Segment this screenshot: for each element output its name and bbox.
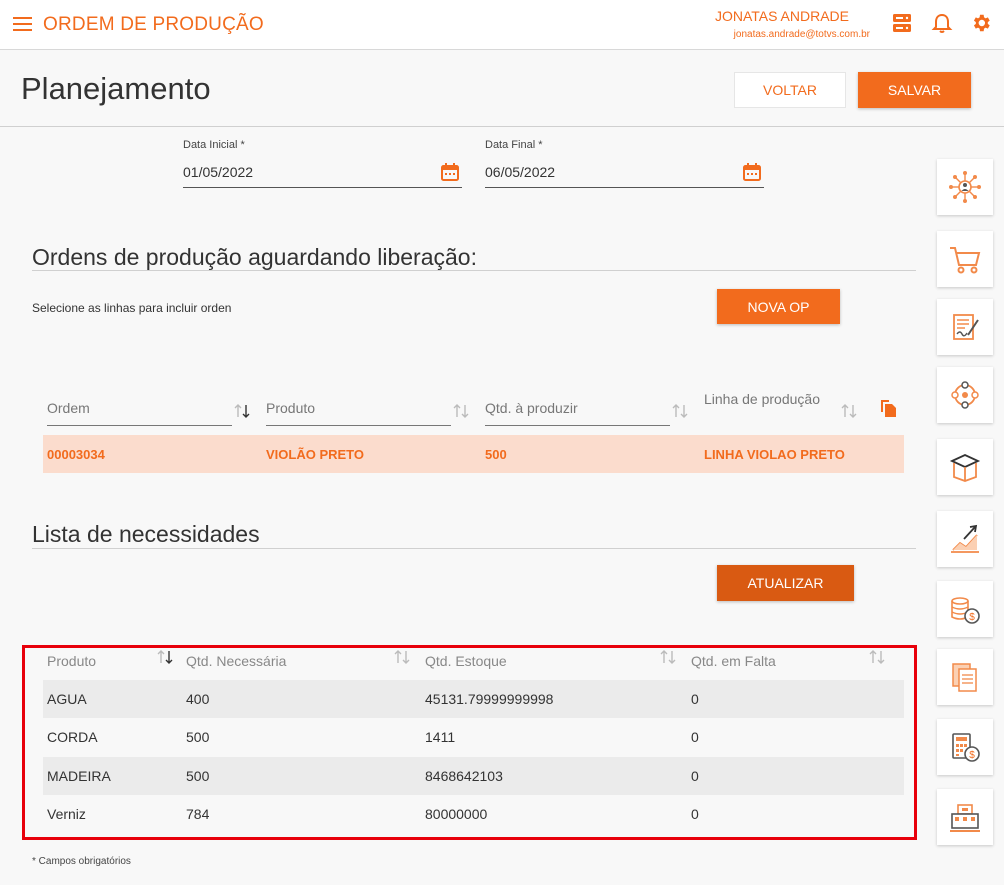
growth-chart-icon [951, 524, 979, 553]
column-header-qtd-estoque[interactable]: Qtd. Estoque [425, 653, 507, 669]
cell-produto: MADEIRA [47, 768, 111, 784]
data-final-field[interactable]: 06/05/2022 [485, 162, 764, 188]
calendar-icon[interactable] [742, 162, 762, 182]
column-header-produto[interactable]: Produto [47, 653, 96, 669]
sort-desc-icon[interactable] [233, 402, 251, 420]
server-icon[interactable] [891, 12, 913, 34]
sort-desc-icon[interactable] [156, 648, 174, 666]
page-title: Planejamento [21, 71, 211, 106]
calculator-money-icon: $ [952, 733, 980, 762]
copy-icon[interactable] [878, 398, 898, 418]
page-header: Planejamento VOLTAR SALVAR [0, 51, 1004, 127]
cell-produto: AGUA [47, 691, 87, 707]
salvar-button[interactable]: SALVAR [858, 72, 971, 108]
svg-text:$: $ [969, 750, 975, 761]
voltar-button[interactable]: VOLTAR [734, 72, 846, 108]
user-name[interactable]: JONATAS ANDRADE [715, 8, 849, 24]
cart-icon [950, 247, 981, 274]
cell-qtd-estoque: 45131.79999999998 [425, 691, 554, 707]
column-header-produto[interactable]: Produto [266, 400, 315, 416]
cell-qtd-estoque: 1411 [425, 729, 456, 745]
documents-icon [952, 663, 977, 692]
table-row[interactable]: MADEIRA 500 8468642103 0 [43, 757, 904, 795]
sidebar-item-cart[interactable] [937, 231, 993, 287]
column-header-qtd-necessaria[interactable]: Qtd. Necessária [186, 653, 286, 669]
column-header-qtd-falta[interactable]: Qtd. em Falta [691, 653, 776, 669]
cell-produto: Verniz [47, 806, 86, 822]
divider [485, 425, 670, 426]
coins-icon: $ [951, 597, 980, 624]
sort-icon[interactable] [840, 402, 858, 420]
sidebar-item-factory[interactable] [937, 789, 993, 845]
data-final-label: Data Final * [485, 139, 543, 151]
cell-qtd-estoque: 8468642103 [425, 768, 503, 784]
order-cell-produto: VIOLÃO PRETO [266, 447, 364, 462]
cell-qtd-necessaria: 500 [186, 768, 210, 784]
network-person-icon [949, 171, 981, 203]
user-email: jonatas.andrade@totvs.com.br [733, 29, 870, 40]
column-header-qtd-produzir[interactable]: Qtd. à produzir [485, 400, 578, 416]
column-header-ordem[interactable]: Ordem [47, 400, 90, 416]
box-icon [949, 454, 981, 482]
bell-icon[interactable] [931, 12, 953, 34]
data-inicial-label: Data Inicial * [183, 139, 245, 151]
nova-op-button[interactable]: NOVA OP [717, 289, 840, 324]
sort-icon[interactable] [393, 648, 411, 666]
cell-qtd-falta: 0 [691, 768, 699, 784]
orders-section-title: Ordens de produção aguardando liberação: [32, 244, 477, 270]
divider [47, 425, 232, 426]
table-row[interactable]: Verniz 784 80000000 0 [43, 795, 904, 833]
sort-icon[interactable] [868, 648, 886, 666]
cell-qtd-necessaria: 784 [186, 806, 210, 822]
order-cell-linha: LINHA VIOLAO PRETO [704, 447, 845, 462]
cell-qtd-estoque: 80000000 [425, 806, 488, 822]
needs-section-title: Lista de necessidades [32, 521, 260, 547]
sidebar-item-contract[interactable] [937, 299, 993, 355]
cell-qtd-falta: 0 [691, 806, 699, 822]
cell-produto: CORDA [47, 729, 98, 745]
atualizar-button[interactable]: ATUALIZAR [717, 565, 854, 601]
sidebar-item-process[interactable] [937, 367, 993, 423]
divider [266, 425, 451, 426]
factory-icon [950, 804, 980, 832]
menu-icon[interactable] [13, 15, 33, 33]
required-fields-note: * Campos obrigatórios [32, 856, 131, 867]
process-cycle-icon [951, 381, 979, 409]
divider [32, 270, 916, 271]
sort-icon[interactable] [452, 402, 470, 420]
calendar-icon[interactable] [440, 162, 460, 182]
order-cell-qtd: 500 [485, 447, 507, 462]
sidebar-item-calculator[interactable]: $ [937, 719, 993, 775]
data-inicial-field[interactable]: 01/05/2022 [183, 162, 462, 188]
top-bar: ORDEM DE PRODUÇÃO JONATAS ANDRADE jonata… [0, 0, 1004, 50]
contract-sign-icon [953, 314, 979, 340]
cell-qtd-falta: 0 [691, 729, 699, 745]
cell-qtd-falta: 0 [691, 691, 699, 707]
orders-helper-text: Selecione as linhas para incluir orden [32, 301, 232, 315]
sort-icon[interactable] [659, 648, 677, 666]
column-header-linha-producao[interactable]: Linha de produção [704, 391, 820, 407]
app-title: ORDEM DE PRODUÇÃO [43, 14, 264, 35]
sidebar-item-network[interactable] [937, 159, 993, 215]
sidebar-item-box[interactable] [937, 439, 993, 495]
table-row[interactable]: AGUA 400 45131.79999999998 0 [43, 680, 904, 718]
gear-icon[interactable] [970, 12, 992, 34]
svg-text:$: $ [969, 612, 975, 623]
table-row[interactable]: CORDA 500 1411 0 [43, 718, 904, 756]
sidebar-item-coins[interactable]: $ [937, 581, 993, 637]
table-row[interactable]: 00003034 VIOLÃO PRETO 500 LINHA VIOLAO P… [43, 435, 904, 473]
cell-qtd-necessaria: 400 [186, 691, 210, 707]
order-cell-ordem: 00003034 [47, 447, 105, 462]
sidebar-item-growth[interactable] [937, 511, 993, 567]
sort-icon[interactable] [671, 402, 689, 420]
sidebar-item-documents[interactable] [937, 649, 993, 705]
divider [32, 548, 916, 549]
cell-qtd-necessaria: 500 [186, 729, 210, 745]
